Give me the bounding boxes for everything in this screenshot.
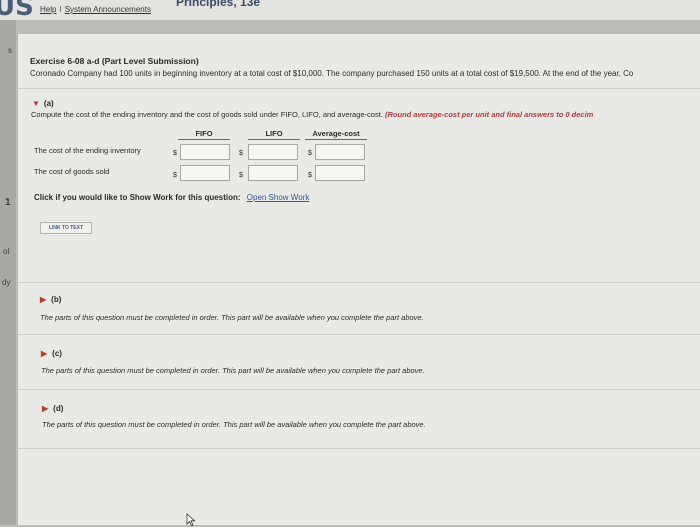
average-cost-ending-inventory-input[interactable] [315,144,365,160]
left-sidebar: s 1 ol dy [0,20,16,525]
fifo-ending-inventory-input[interactable] [180,144,230,160]
part-c-section: ▶ (c) The parts of this question must be … [18,334,700,385]
rounding-note: (Round average-cost per unit and final a… [384,110,594,119]
system-announcements-link[interactable]: System Announcements [65,5,151,14]
top-links: Help I System Announcements [40,5,151,14]
sidebar-mark: 1 [5,197,11,208]
top-bar: US Principles, 13e Help I System Announcem… [0,0,700,22]
sidebar-mark: dy [2,278,11,287]
column-header-average-cost: Average-cost [305,129,367,140]
brand-logo: US [0,0,34,22]
average-cost-cogs-input[interactable] [315,165,365,181]
part-b-label: (b) [51,295,62,304]
currency-symbol: $ [308,150,312,157]
part-c-locked-message: The parts of this question must be compl… [41,366,425,375]
show-work-prompt: Click if you would like to Show Work for… [34,193,241,202]
sidebar-mark: ol [3,247,10,256]
exercise-title: Exercise 6-08 a-d (Part Level Submission… [30,56,199,66]
currency-symbol: $ [173,172,177,179]
open-show-work-link[interactable]: Open Show Work [247,193,310,202]
course-title: Principles, 13e [176,0,261,9]
currency-symbol: $ [308,172,312,179]
caret-right-icon: ▶ [42,404,49,413]
currency-symbol: $ [239,172,243,179]
part-d-label: (d) [53,404,64,413]
part-d-locked-message: The parts of this question must be compl… [42,420,426,429]
link-to-text-button[interactable]: LINK TO TEXT [40,222,92,234]
fifo-cogs-input[interactable] [180,165,230,181]
part-d-toggle[interactable]: ▶ (d) [42,404,63,413]
part-c-toggle[interactable]: ▶ (c) [41,349,62,358]
lifo-ending-inventory-input[interactable] [248,144,298,160]
part-a-label: (a) [43,99,54,108]
part-a-toggle[interactable]: ▼ (a) [32,99,54,108]
part-b-toggle[interactable]: ▶ (b) [40,295,61,304]
footer-section [18,448,700,525]
exercise-intro: Coronado Company had 100 units in beginn… [30,69,634,78]
column-header-fifo: FIFO [178,129,230,140]
instruction-text: Compute the cost of the ending inventory… [31,110,383,119]
caret-right-icon: ▶ [40,295,47,304]
link-separator: I [59,5,62,14]
show-work-row: Click if you would like to Show Work for… [34,193,309,202]
caret-down-icon: ▼ [32,99,40,108]
sidebar-mark: s [8,46,12,55]
part-d-section: ▶ (d) The parts of this question must be … [18,389,700,450]
part-b-section: ▶ (b) The parts of this question must be … [18,282,700,335]
caret-right-icon: ▶ [41,349,48,358]
lifo-cogs-input[interactable] [248,165,298,181]
currency-symbol: $ [239,150,243,157]
column-header-lifo: LIFO [248,129,300,140]
currency-symbol: $ [173,150,177,157]
part-b-locked-message: The parts of this question must be compl… [40,313,424,322]
question-panel: Exercise 6-08 a-d (Part Level Submission… [17,34,700,527]
row-label-ending-inventory: The cost of the ending inventory [34,146,141,155]
help-link[interactable]: Help [40,5,56,14]
row-label-cost-of-goods-sold: The cost of goods sold [34,167,110,176]
part-c-label: (c) [52,349,62,358]
part-a-instruction: Compute the cost of the ending inventory… [31,110,593,119]
